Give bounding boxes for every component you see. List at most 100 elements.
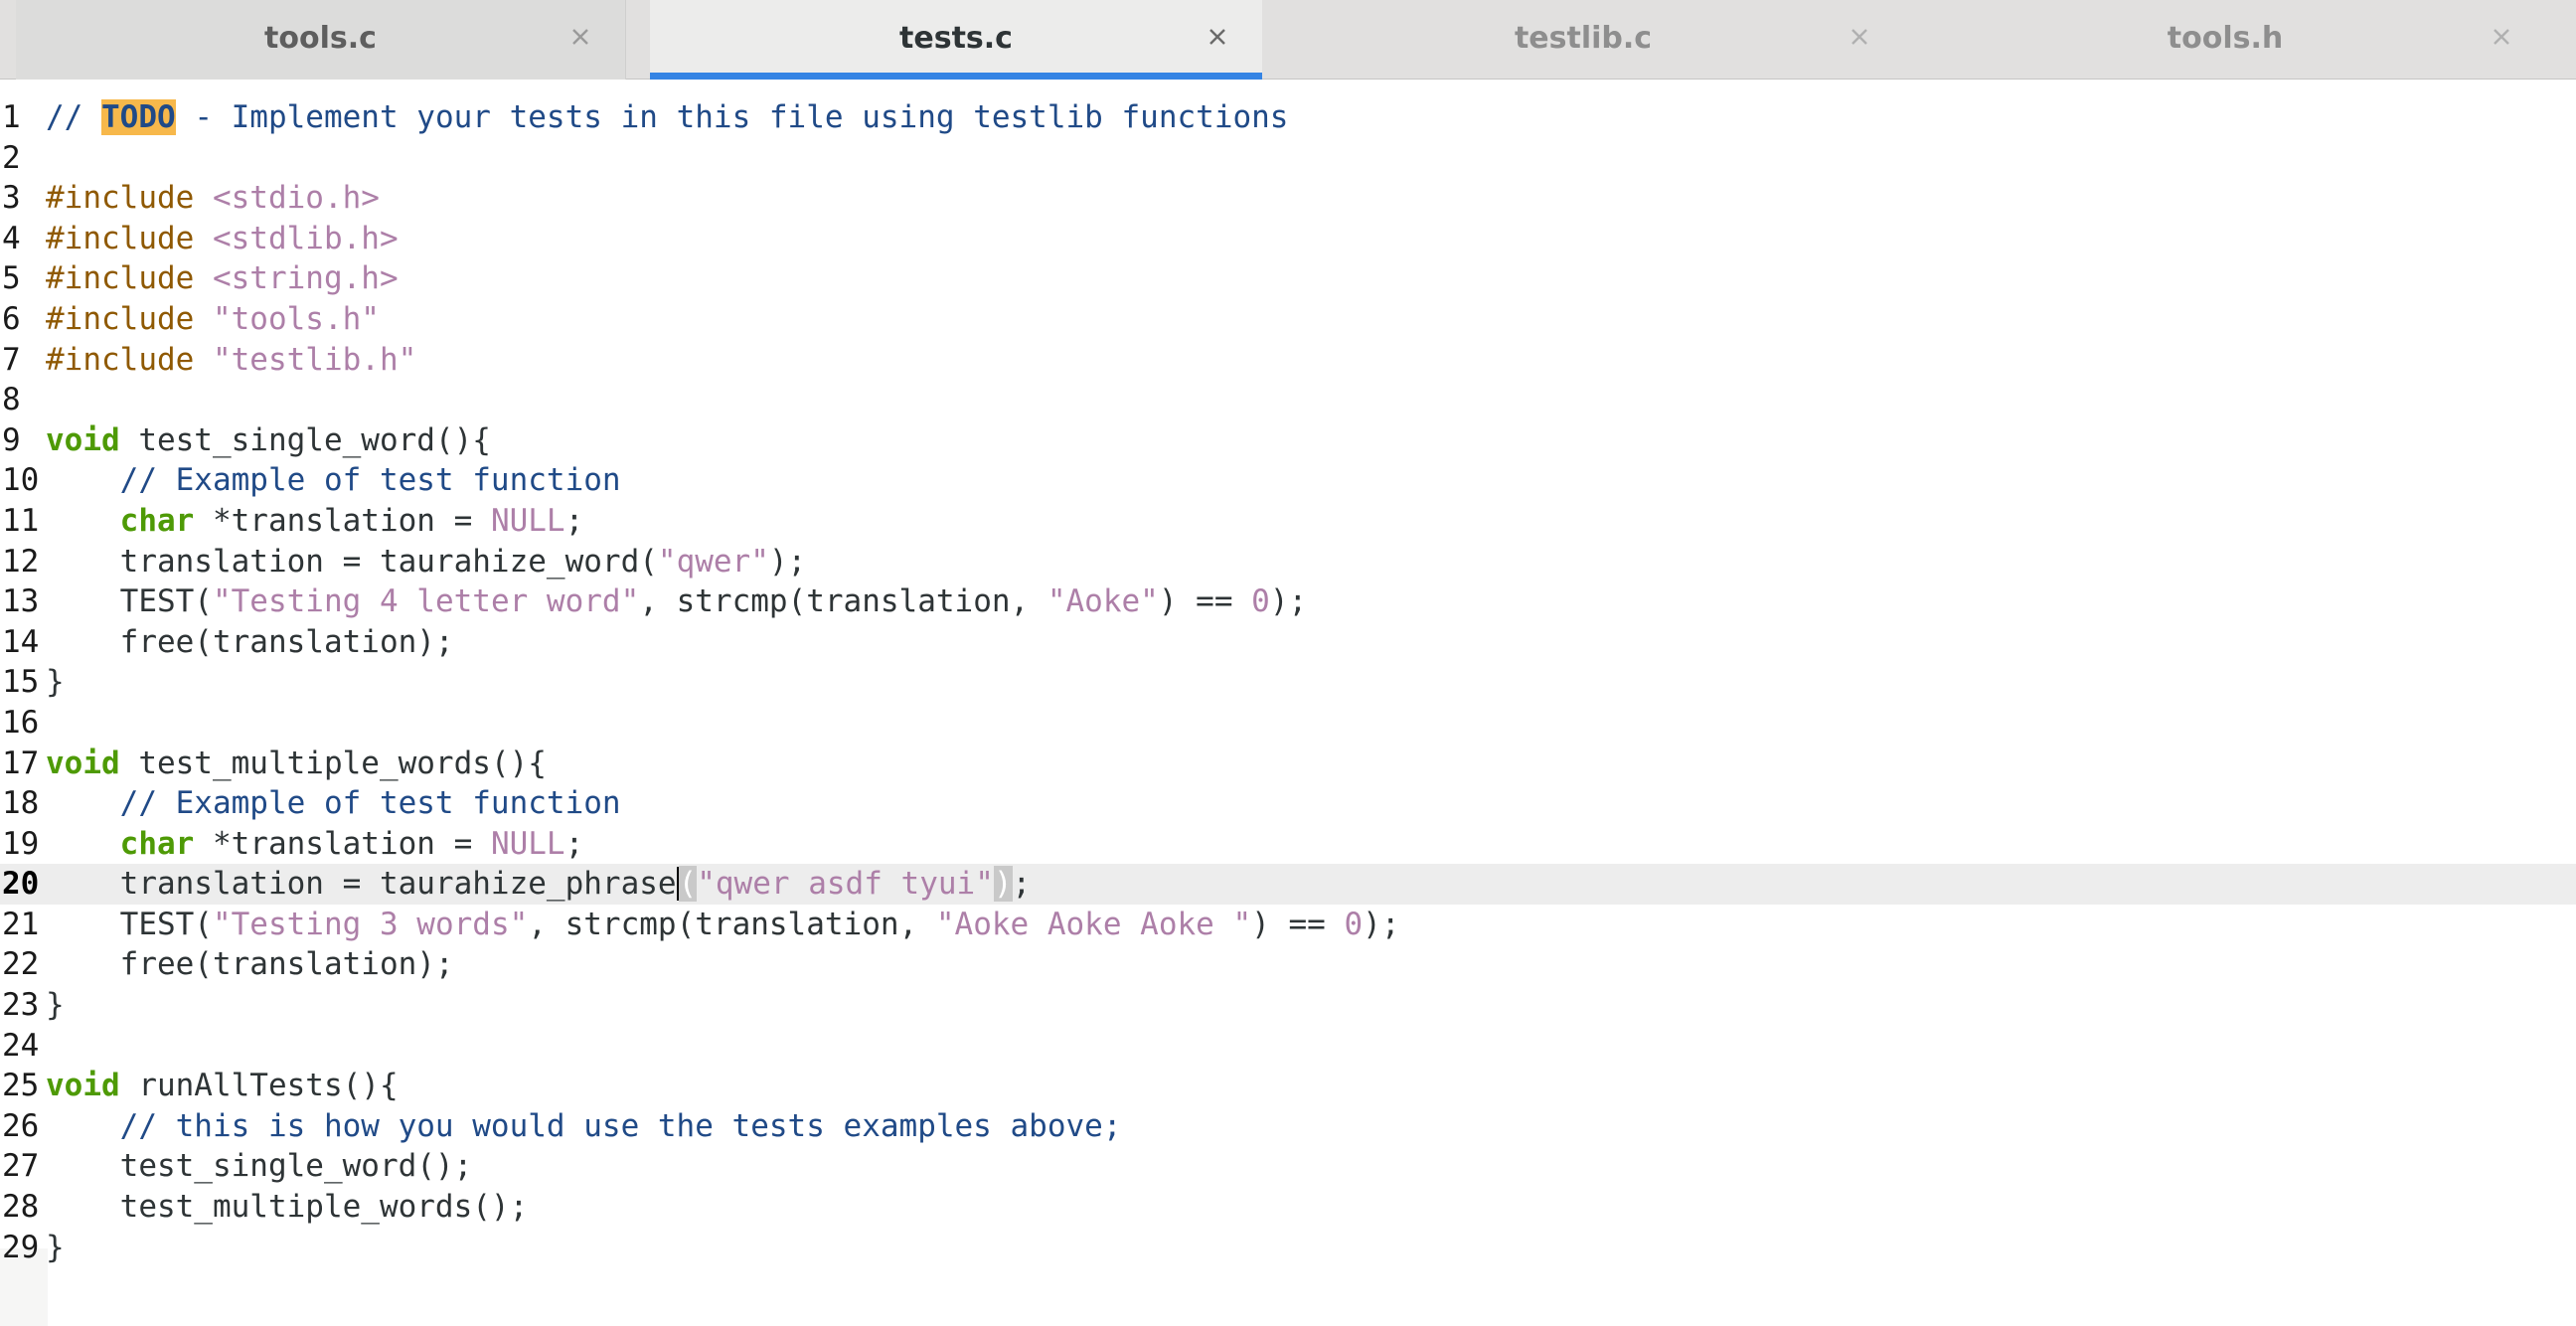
code-text[interactable]: translation = taurahize_phrase("qwer asd… (46, 866, 1031, 903)
code-text[interactable]: #include "tools.h" (46, 301, 380, 337)
matched-bracket: ) (993, 866, 1013, 903)
code-line[interactable]: 10 // Example of test function (0, 460, 2576, 501)
code-line[interactable]: 1 // TODO - Implement your tests in this … (0, 97, 2576, 138)
code-view[interactable]: 1 // TODO - Implement your tests in this … (0, 97, 2576, 1267)
line-number: 13 (2, 583, 40, 620)
code-line[interactable]: 3 #include <stdio.h> (0, 178, 2576, 219)
line-number: 19 (2, 825, 40, 862)
code-line[interactable]: 2 (0, 138, 2576, 179)
code-text[interactable]: free(translation); (46, 946, 454, 982)
code-line[interactable]: 24 (0, 1026, 2576, 1067)
code-line[interactable]: 8 (0, 380, 2576, 420)
code-line[interactable]: 14 free(translation); (0, 622, 2576, 663)
code-text[interactable]: // this is how you would use the tests e… (46, 1108, 1122, 1144)
line-number: 6 (2, 300, 21, 337)
close-icon[interactable] (1845, 22, 1874, 52)
line-number: 9 (2, 421, 21, 458)
code-text[interactable]: #include <string.h> (46, 260, 399, 296)
code-line[interactable]: 27 test_single_word(); (0, 1146, 2576, 1187)
matched-bracket: ( (678, 866, 698, 903)
line-number: 25 (2, 1068, 40, 1104)
line-number: 7 (2, 341, 21, 378)
code-line[interactable]: 13 TEST("Testing 4 letter word", strcmp(… (0, 581, 2576, 622)
line-number: 21 (2, 906, 40, 942)
code-text[interactable]: } (46, 987, 65, 1023)
code-text[interactable]: // TODO - Implement your tests in this f… (46, 99, 1288, 135)
code-text[interactable]: TEST("Testing 3 words", strcmp(translati… (46, 907, 1400, 942)
line-number: 27 (2, 1148, 40, 1185)
line-number: 15 (2, 664, 40, 701)
code-line[interactable]: 29} (0, 1228, 2576, 1268)
close-icon[interactable] (1203, 22, 1232, 52)
line-number: 29 (2, 1229, 40, 1265)
code-text[interactable]: void test_single_word(){ (46, 422, 491, 458)
code-line[interactable]: 4 #include <stdlib.h> (0, 219, 2576, 259)
tab-label: tests.c (899, 20, 1013, 56)
code-text[interactable]: char *translation = NULL; (46, 826, 584, 862)
line-number: 11 (2, 502, 40, 539)
tab-label: tools.c (264, 20, 377, 56)
close-icon[interactable] (565, 22, 595, 52)
line-number: 22 (2, 946, 40, 983)
code-line[interactable]: 17 void test_multiple_words(){ (0, 744, 2576, 784)
line-number: 17 (2, 745, 40, 781)
code-text[interactable]: char *translation = NULL; (46, 503, 584, 539)
code-text[interactable]: TEST("Testing 4 letter word", strcmp(tra… (46, 583, 1308, 619)
line-number: 2 (2, 139, 21, 176)
code-text[interactable]: void runAllTests(){ (46, 1068, 399, 1103)
line-number: 8 (2, 382, 21, 418)
line-number: 5 (2, 260, 21, 297)
tab-label: testlib.c (1514, 20, 1653, 56)
code-editor[interactable]: 1 // TODO - Implement your tests in this … (0, 80, 2576, 1326)
line-number: 23 (2, 987, 40, 1024)
active-tab-indicator (650, 73, 1262, 80)
code-text[interactable]: #include "testlib.h" (46, 342, 416, 378)
code-line[interactable]: 28 test_multiple_words(); (0, 1187, 2576, 1228)
line-number: 24 (2, 1027, 40, 1064)
code-line[interactable]: 6 #include "tools.h" (0, 299, 2576, 340)
code-line[interactable]: 25 void runAllTests(){ (0, 1066, 2576, 1106)
code-line[interactable]: 7 #include "testlib.h" (0, 340, 2576, 381)
code-text[interactable]: test_single_word(); (46, 1148, 473, 1184)
code-text[interactable]: #include <stdlib.h> (46, 221, 399, 256)
line-number: 26 (2, 1107, 40, 1144)
code-line[interactable]: 11 char *translation = NULL; (0, 501, 2576, 542)
todo-highlight: TODO (101, 99, 176, 135)
code-line[interactable]: 26 // this is how you would use the test… (0, 1106, 2576, 1147)
close-icon[interactable] (2487, 22, 2516, 52)
line-number: 1 (2, 99, 21, 135)
line-number: 20 (2, 866, 40, 903)
code-line[interactable]: 21 TEST("Testing 3 words", strcmp(transl… (0, 905, 2576, 945)
tab-tools-c[interactable]: tools.c (16, 0, 626, 80)
tab-bar: tools.c tests.c testlib.c tools.h (0, 0, 2576, 80)
tab-tests-c[interactable]: tests.c (650, 0, 1262, 80)
code-line[interactable]: 22 free(translation); (0, 944, 2576, 985)
code-text[interactable]: } (46, 1230, 65, 1265)
code-line[interactable]: 23} (0, 985, 2576, 1026)
code-text[interactable]: test_multiple_words(); (46, 1189, 529, 1225)
code-line[interactable]: 19 char *translation = NULL; (0, 824, 2576, 865)
current-code-line[interactable]: 20 translation = taurahize_phrase("qwer … (0, 864, 2576, 905)
code-line[interactable]: 18 // Example of test function (0, 783, 2576, 824)
code-text[interactable]: // Example of test function (46, 462, 621, 498)
line-number: 3 (2, 180, 21, 217)
tab-tools-h[interactable]: tools.h (1904, 0, 2546, 80)
line-number: 14 (2, 623, 40, 660)
tab-testlib-c[interactable]: testlib.c (1262, 0, 1904, 80)
line-number: 10 (2, 462, 40, 499)
line-number: 12 (2, 543, 40, 580)
code-line[interactable]: 16 (0, 703, 2576, 744)
code-text[interactable]: translation = taurahize_word("qwer"); (46, 544, 807, 580)
code-text[interactable]: free(translation); (46, 624, 454, 660)
line-number: 18 (2, 785, 40, 822)
code-text[interactable]: // Example of test function (46, 785, 621, 821)
code-text[interactable]: } (46, 664, 65, 700)
code-line[interactable]: 9 void test_single_word(){ (0, 420, 2576, 461)
line-number: 28 (2, 1189, 40, 1226)
line-number: 4 (2, 220, 21, 256)
code-text[interactable]: void test_multiple_words(){ (46, 746, 547, 781)
code-line[interactable]: 12 translation = taurahize_word("qwer"); (0, 542, 2576, 582)
code-line[interactable]: 5 #include <string.h> (0, 258, 2576, 299)
code-line[interactable]: 15} (0, 662, 2576, 703)
code-text[interactable]: #include <stdio.h> (46, 180, 380, 216)
